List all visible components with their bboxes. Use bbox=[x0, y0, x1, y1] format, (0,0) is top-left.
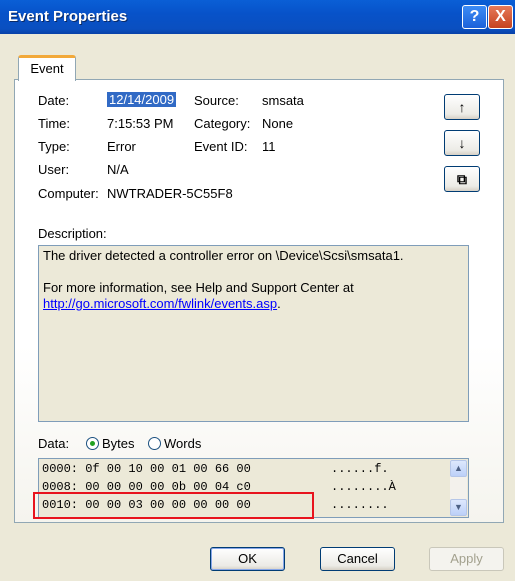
data-row-hex: 0000: 0f 00 10 00 01 00 66 00 bbox=[42, 462, 251, 476]
type-label: Type: bbox=[38, 139, 70, 154]
category-label: Category: bbox=[194, 116, 251, 131]
date-label: Date: bbox=[38, 93, 70, 108]
title-bar[interactable]: Event Properties ? X bbox=[0, 0, 515, 34]
cancel-button[interactable]: Cancel bbox=[320, 547, 395, 571]
description-textbox[interactable]: The driver detected a controller error o… bbox=[38, 245, 469, 422]
ok-button[interactable]: OK bbox=[210, 547, 285, 571]
event-id-value[interactable]: 11 bbox=[262, 139, 276, 154]
arrow-down-icon: ↓ bbox=[458, 135, 466, 151]
arrow-up-icon: ↑ bbox=[458, 99, 466, 115]
category-value[interactable]: None bbox=[262, 116, 293, 131]
help-link[interactable]: http://go.microsoft.com/fwlink/events.as… bbox=[43, 296, 277, 311]
help-link-row: http://go.microsoft.com/fwlink/events.as… bbox=[43, 296, 464, 312]
highlight-box bbox=[33, 492, 314, 519]
apply-button[interactable]: Apply bbox=[429, 547, 504, 571]
computer-value[interactable]: NWTRADER-5C55F8 bbox=[107, 186, 233, 201]
data-label: Data: bbox=[38, 436, 70, 451]
data-row-ascii: ........ bbox=[331, 498, 389, 512]
data-row-ascii: ......f. bbox=[331, 462, 389, 476]
type-value[interactable]: Error bbox=[107, 139, 136, 154]
help-text: For more information, see Help and Suppo… bbox=[43, 280, 354, 295]
data-row-ascii: ........À bbox=[331, 480, 396, 494]
description-text: The driver detected a controller error o… bbox=[43, 248, 404, 263]
time-label: Time: bbox=[38, 116, 71, 131]
scroll-up-icon[interactable]: ▲ bbox=[450, 460, 467, 477]
description-label: Description: bbox=[38, 226, 107, 241]
bytes-label[interactable]: Bytes bbox=[102, 436, 135, 451]
close-button[interactable]: X bbox=[488, 5, 513, 29]
bytes-radio[interactable] bbox=[86, 437, 99, 450]
previous-event-button[interactable]: ↑ bbox=[444, 94, 480, 120]
source-value[interactable]: smsata bbox=[262, 93, 304, 108]
copy-icon: ⧉ bbox=[457, 171, 467, 187]
help-link-suffix: . bbox=[277, 296, 281, 311]
data-scrollbar[interactable]: ▲ ▼ bbox=[450, 460, 467, 516]
date-value[interactable]: 12/14/2009 bbox=[107, 92, 177, 107]
computer-label: Computer: bbox=[38, 186, 99, 201]
copy-button[interactable]: ⧉ bbox=[444, 166, 480, 192]
event-id-label: Event ID: bbox=[194, 139, 248, 154]
source-label: Source: bbox=[194, 93, 239, 108]
event-properties-window: Event Properties ? X Event Date: 12/14/2… bbox=[0, 0, 515, 581]
user-value[interactable]: N/A bbox=[107, 162, 129, 177]
help-button[interactable]: ? bbox=[462, 5, 487, 29]
words-label[interactable]: Words bbox=[164, 436, 201, 451]
next-event-button[interactable]: ↓ bbox=[444, 130, 480, 156]
time-value[interactable]: 7:15:53 PM bbox=[107, 116, 174, 131]
words-radio[interactable] bbox=[148, 437, 161, 450]
tab-event[interactable]: Event bbox=[18, 55, 76, 81]
scroll-down-icon[interactable]: ▼ bbox=[450, 499, 467, 516]
user-label: User: bbox=[38, 162, 70, 177]
window-title: Event Properties bbox=[8, 8, 128, 25]
